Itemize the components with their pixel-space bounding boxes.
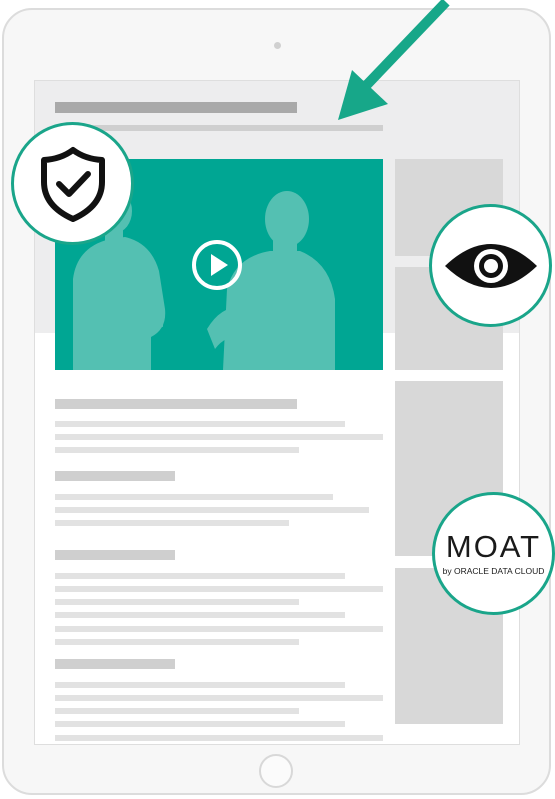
moat-logo-subtitle: by ORACLE DATA CLOUD xyxy=(442,566,545,577)
tablet-camera xyxy=(274,42,281,49)
play-icon[interactable] xyxy=(191,239,243,291)
eye-badge xyxy=(429,204,552,327)
placeholder-headline xyxy=(55,102,297,113)
placeholder-text-line xyxy=(55,421,345,427)
placeholder-heading xyxy=(55,399,297,409)
placeholder-text-line xyxy=(55,612,345,618)
moat-badge: MOAT by ORACLE DATA CLOUD xyxy=(432,492,555,615)
placeholder-text-line xyxy=(55,586,383,592)
eye-icon xyxy=(444,243,537,288)
placeholder-text-line xyxy=(55,735,383,741)
placeholder-text-line xyxy=(55,507,369,513)
arrow-icon xyxy=(338,0,450,120)
placeholder-text-line xyxy=(55,682,345,688)
placeholder-heading xyxy=(55,659,175,669)
shield-badge xyxy=(11,122,134,245)
tablet-home-button[interactable] xyxy=(259,754,293,788)
placeholder-text-line xyxy=(55,708,299,714)
placeholder-text-line xyxy=(55,721,345,727)
placeholder-heading xyxy=(55,471,175,481)
placeholder-text-line xyxy=(55,447,299,453)
placeholder-text-line xyxy=(55,520,289,526)
placeholder-heading xyxy=(55,550,175,560)
shield-check-icon xyxy=(40,146,105,222)
placeholder-text-line xyxy=(55,494,333,500)
placeholder-text-line xyxy=(55,434,383,440)
placeholder-text-line xyxy=(55,695,383,701)
placeholder-text-line xyxy=(55,626,383,632)
moat-logo-title: MOAT xyxy=(445,529,542,565)
placeholder-text-line xyxy=(55,573,345,579)
placeholder-text-line xyxy=(55,599,299,605)
placeholder-text-line xyxy=(55,639,299,645)
